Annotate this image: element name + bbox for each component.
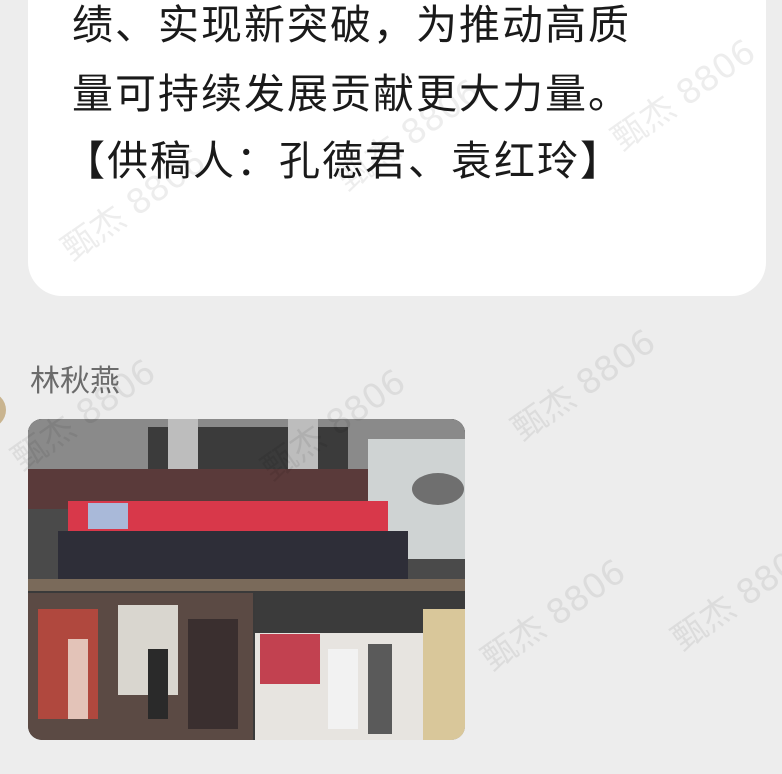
sender-name: 林秋燕 [30,364,120,399]
photo-collage [28,419,465,740]
chat-area[interactable]: 绩、实现新突破，为推动高质 量可持续发展贡献更大力量。 【供稿人：孔德君、袁红玲… [0,0,782,774]
message-line: 【供稿人：孔德君、袁红玲】 [64,137,623,185]
message-line: 绩、实现新突破，为推动高质 [72,1,631,49]
image-message[interactable] [28,419,465,740]
avatar[interactable] [0,392,6,428]
message-line: 量可持续发展贡献更大力量。 [72,70,631,118]
